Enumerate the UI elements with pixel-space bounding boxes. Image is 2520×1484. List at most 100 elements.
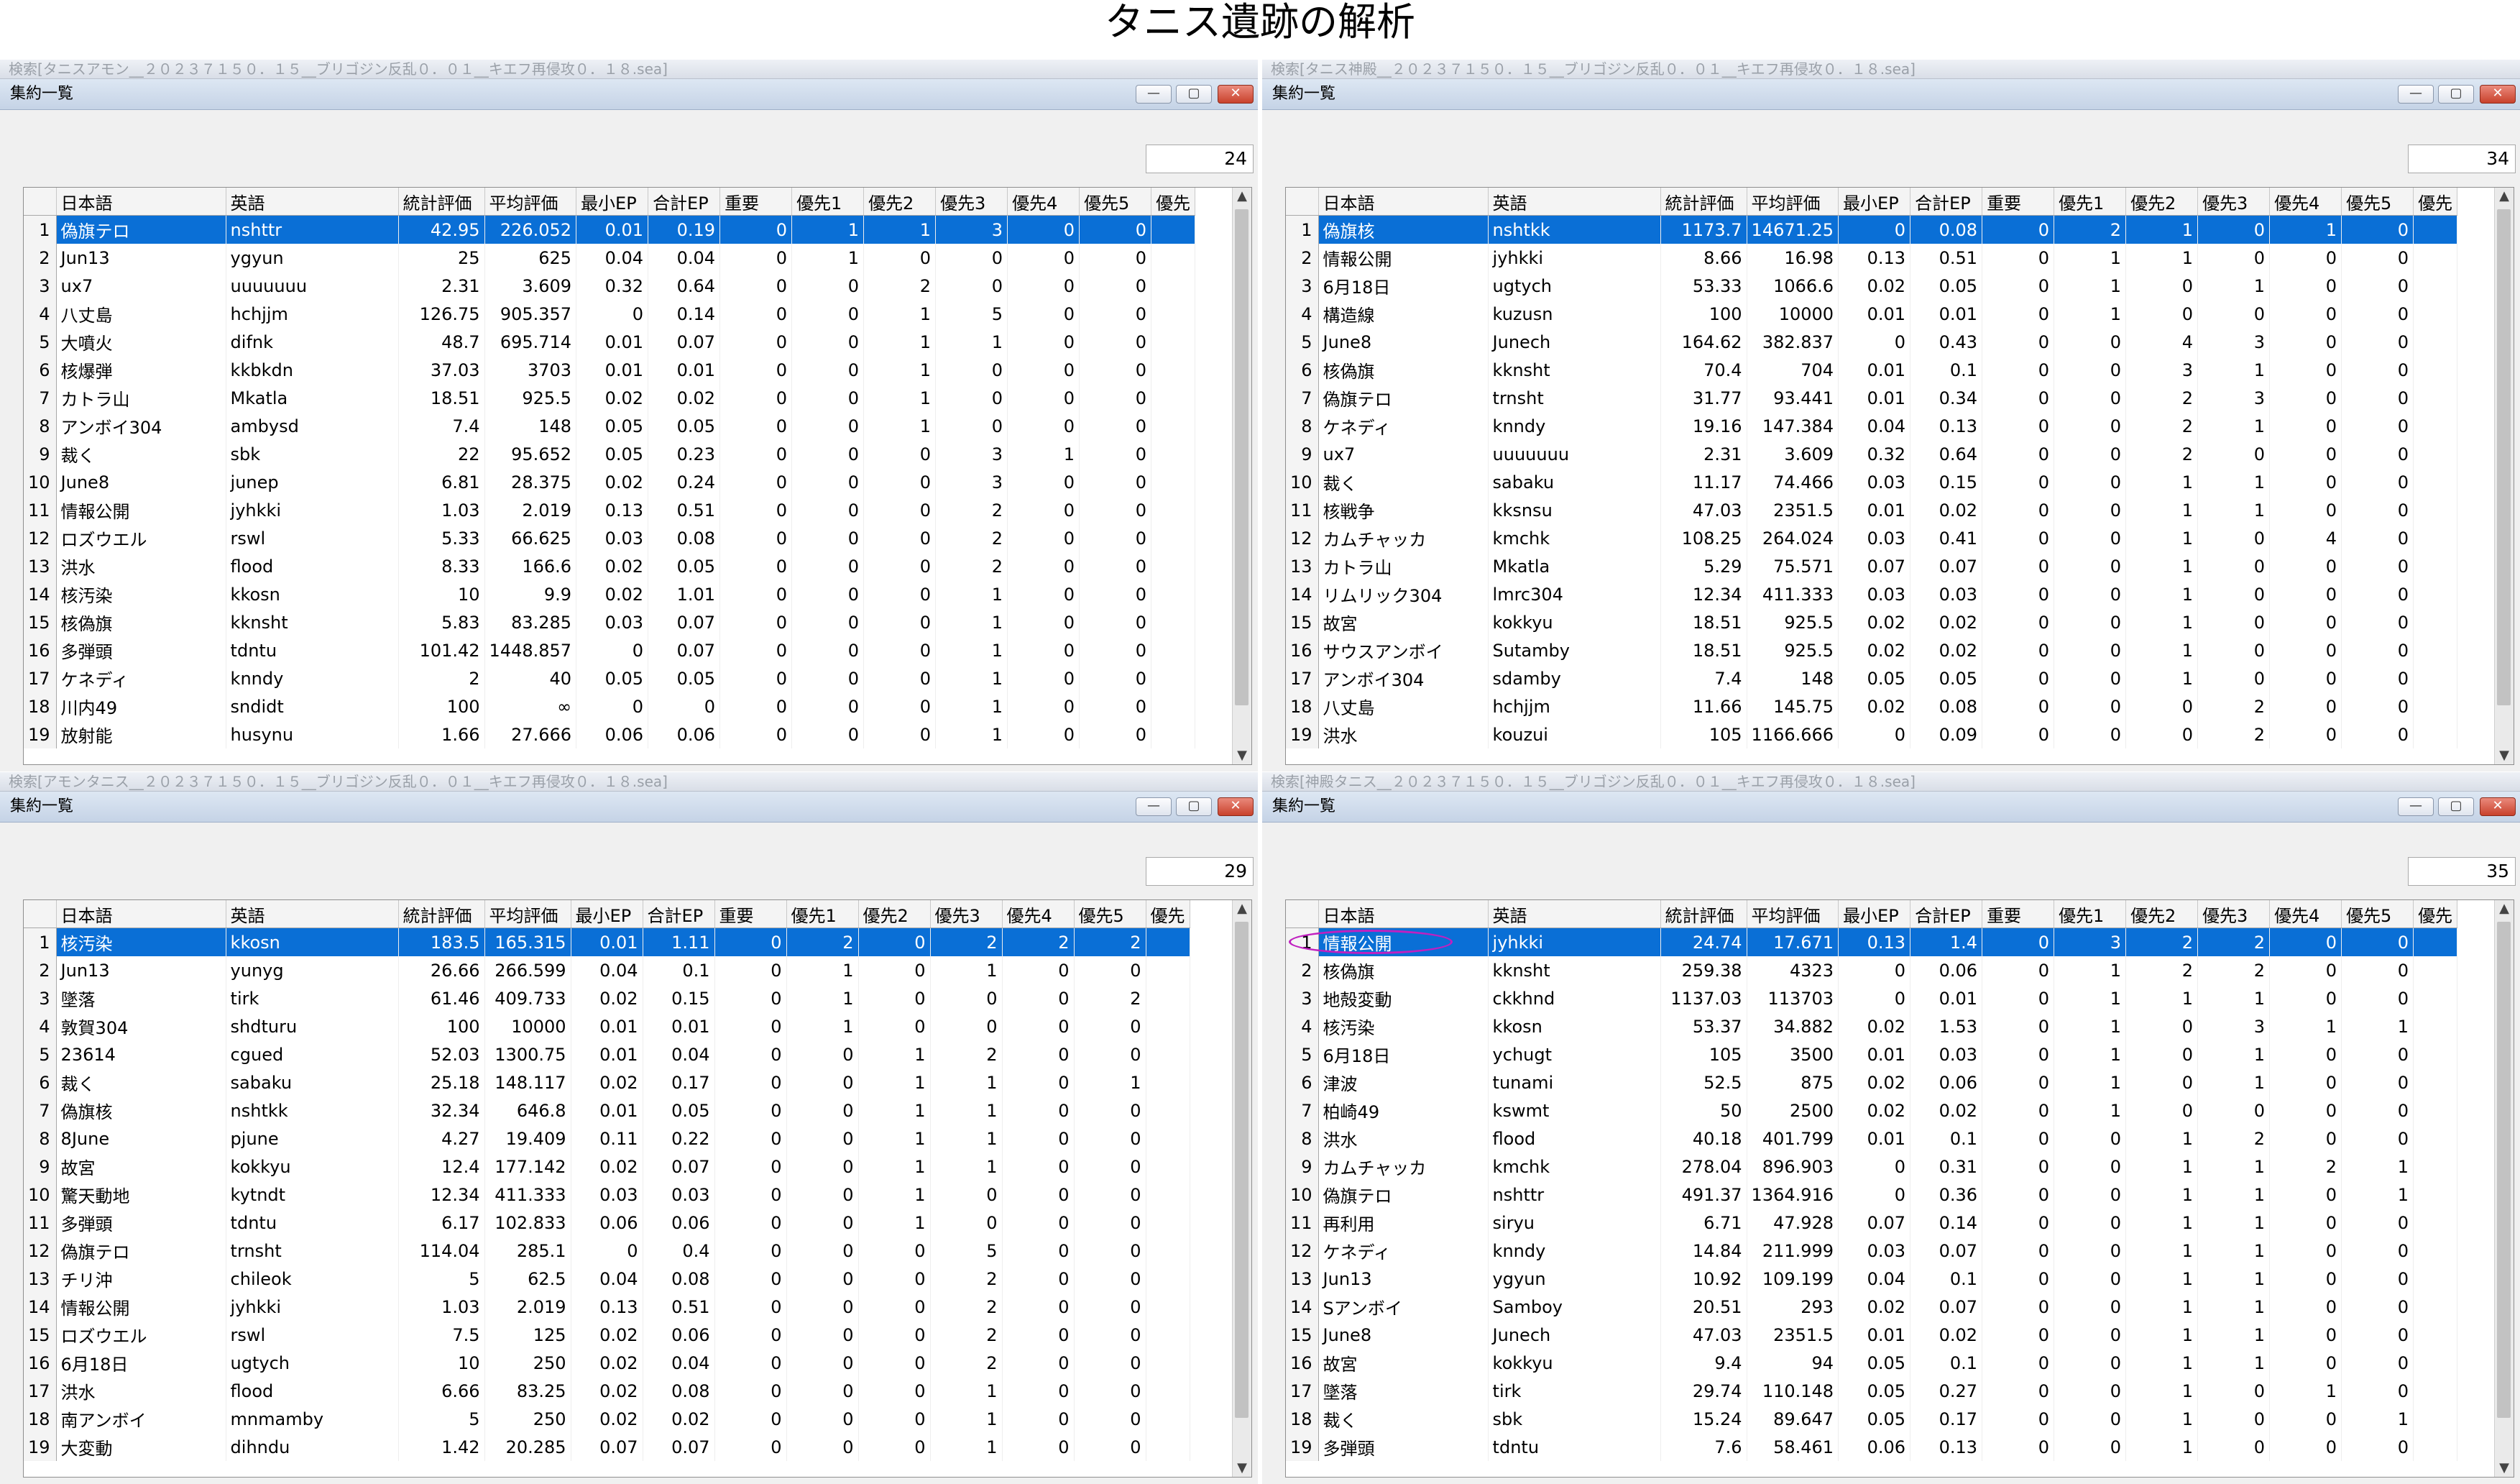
cell-english[interactable]: nshttr — [226, 215, 399, 244]
cell-priority-2[interactable]: 0 — [858, 1377, 931, 1405]
cell-priority-2[interactable]: 2 — [863, 272, 937, 300]
cell-priority-4[interactable]: 0 — [2269, 580, 2342, 608]
cell-priority-5[interactable]: 0 — [2341, 984, 2414, 1012]
cell-priority-2[interactable]: 0 — [858, 1405, 931, 1433]
cell-min-ep[interactable]: 0.01 — [571, 1012, 643, 1040]
table-row[interactable]: 4 構造線 kuzusn 100 10000 0.01 0.01 0 1 0 0 0 0 — [1286, 300, 2458, 328]
table-row[interactable]: 19 多弾頭 tdntu 7.6 58.461 0.06 0.13 0 0 1 0 0 0 — [1286, 1433, 2458, 1461]
table-row[interactable]: 9 カムチャッカ kmchk 278.04 896.903 0 0.31 0 0 1 1 2 1 — [1286, 1153, 2458, 1181]
cell-priority-4[interactable]: 0 — [1007, 496, 1080, 524]
cell-avg-eval[interactable]: 3.609 — [484, 272, 577, 300]
cell-english[interactable]: jyhkki — [226, 1293, 399, 1321]
cell-priority-3[interactable]: 3 — [935, 468, 1008, 496]
cell-priority-1[interactable]: 0 — [2054, 1321, 2127, 1349]
table-row[interactable]: 1 核汚染 kkosn 183.5 165.315 0.01 1.11 0 2 0 2 2 2 — [24, 927, 1190, 956]
table-row[interactable]: 11 核戦争 kksnsu 47.03 2351.5 0.01 0.02 0 0 1 1 0 0 — [1286, 496, 2458, 524]
cell-priority-2[interactable]: 0 — [863, 496, 937, 524]
cell-important[interactable]: 0 — [714, 927, 787, 956]
cell-japanese[interactable]: 多弾頭 — [1318, 1433, 1489, 1461]
minimize-button[interactable]: — — [2398, 797, 2434, 816]
table-row[interactable]: 5 6月18日 ychugt 105 3500 0.01 0.03 0 1 0 1 0 0 — [1286, 1040, 2458, 1068]
cell-japanese[interactable]: Jun13 — [56, 956, 226, 984]
cell-avg-eval[interactable]: 4323 — [1747, 956, 1839, 984]
cell-priority-4[interactable]: 0 — [1007, 608, 1080, 636]
cell-priority-5[interactable]: 0 — [2341, 552, 2414, 580]
cell-priority[interactable] — [2413, 356, 2458, 384]
cell-priority-3[interactable]: 1 — [2197, 1321, 2271, 1349]
cell-japanese[interactable]: カムチャッカ — [1318, 524, 1489, 552]
cell-total-ep[interactable]: 0.13 — [1910, 412, 1983, 440]
cell-avg-eval[interactable]: 102.833 — [484, 1209, 571, 1237]
cell-priority-2[interactable]: 0 — [863, 720, 937, 748]
cell-stat-eval[interactable]: 101.42 — [398, 636, 485, 664]
cell-priority-5[interactable]: 0 — [2341, 720, 2414, 748]
cell-priority-1[interactable]: 0 — [786, 1096, 859, 1125]
cell-english[interactable]: sabaku — [226, 1068, 399, 1096]
cell-priority-2[interactable]: 0 — [2125, 300, 2199, 328]
cell-priority-3[interactable]: 1 — [2197, 272, 2271, 300]
cell-priority[interactable] — [1151, 272, 1196, 300]
cell-min-ep[interactable]: 0.32 — [1838, 440, 1911, 468]
cell-total-ep[interactable]: 0.02 — [1910, 1321, 1983, 1349]
table-row[interactable]: 17 アンボイ304 sdamby 7.4 148 0.05 0.05 0 0 1 0 0 0 — [1286, 664, 2458, 692]
cell-priority-1[interactable]: 0 — [786, 1181, 859, 1209]
cell-priority[interactable] — [2413, 244, 2458, 272]
cell-priority-2[interactable]: 0 — [2125, 1012, 2199, 1040]
cell-stat-eval[interactable]: 5 — [398, 1405, 485, 1433]
cell-priority-4[interactable]: 0 — [2269, 328, 2342, 356]
cell-priority[interactable] — [2413, 1068, 2458, 1096]
cell-english[interactable]: tdntu — [226, 1209, 399, 1237]
cell-priority-4[interactable]: 0 — [1007, 636, 1080, 664]
table-row[interactable]: 18 川内49 sndidt 100 ∞ 0 0 0 0 0 1 0 0 — [24, 692, 1196, 720]
cell-japanese[interactable]: カトラ山 — [1318, 552, 1489, 580]
cell-avg-eval[interactable]: 10000 — [1747, 300, 1839, 328]
cell-priority-5[interactable]: 0 — [2341, 356, 2414, 384]
cell-stat-eval[interactable]: 18.51 — [398, 384, 485, 412]
cell-priority-4[interactable]: 0 — [1002, 1068, 1075, 1096]
column-header-priority-3[interactable]: 優先3 — [935, 188, 1008, 216]
cell-priority-3[interactable]: 0 — [2197, 552, 2271, 580]
cell-stat-eval[interactable]: 8.33 — [398, 552, 485, 580]
column-header-priority-2[interactable]: 優先2 — [2125, 900, 2199, 928]
cell-priority-1[interactable]: 1 — [2054, 272, 2127, 300]
cell-priority-2[interactable]: 0 — [863, 664, 937, 692]
cell-total-ep[interactable]: 0.06 — [648, 720, 721, 748]
cell-important[interactable]: 0 — [1982, 468, 2055, 496]
cell-priority-1[interactable]: 0 — [791, 496, 865, 524]
cell-min-ep[interactable]: 0.03 — [1838, 580, 1911, 608]
cell-priority-3[interactable]: 1 — [935, 692, 1008, 720]
table-row[interactable]: 12 偽旗テロ trnsht 114.04 285.1 0 0.4 0 0 0 5 0 0 — [24, 1237, 1190, 1265]
cell-japanese[interactable]: 構造線 — [1318, 300, 1489, 328]
cell-priority-2[interactable]: 0 — [858, 1265, 931, 1293]
cell-priority-2[interactable]: 1 — [2125, 1349, 2199, 1377]
cell-priority-1[interactable]: 0 — [2054, 1433, 2127, 1461]
cell-priority-5[interactable]: 1 — [1074, 1068, 1146, 1096]
cell-stat-eval[interactable]: 11.66 — [1660, 692, 1747, 720]
cell-stat-eval[interactable]: 14.84 — [1660, 1237, 1747, 1265]
cell-min-ep[interactable]: 0.01 — [1838, 1321, 1911, 1349]
cell-priority-2[interactable]: 1 — [858, 1068, 931, 1096]
cell-stat-eval[interactable]: 12.34 — [1660, 580, 1747, 608]
cell-avg-eval[interactable]: 401.799 — [1747, 1125, 1839, 1153]
cell-japanese[interactable]: 南アンボイ — [56, 1405, 226, 1433]
cell-priority-3[interactable]: 2 — [2197, 692, 2271, 720]
cell-priority-1[interactable]: 3 — [2054, 927, 2127, 956]
cell-avg-eval[interactable]: 10000 — [484, 1012, 571, 1040]
cell-priority[interactable] — [2413, 1040, 2458, 1068]
cell-total-ep[interactable]: 0.02 — [1910, 608, 1983, 636]
cell-priority-4[interactable]: 0 — [2269, 1265, 2342, 1293]
cell-priority-5[interactable]: 0 — [2341, 328, 2414, 356]
cell-priority[interactable] — [1146, 1405, 1190, 1433]
cell-priority-1[interactable]: 0 — [791, 720, 865, 748]
table-row[interactable]: 8 アンボイ304 ambysd 7.4 148 0.05 0.05 0 0 1 0 0 0 — [24, 412, 1196, 440]
cell-priority-4[interactable]: 0 — [1007, 412, 1080, 440]
cell-min-ep[interactable]: 0 — [1838, 984, 1911, 1012]
cell-priority-2[interactable]: 1 — [2125, 1321, 2199, 1349]
cell-english[interactable]: ychugt — [1488, 1040, 1661, 1068]
cell-priority-3[interactable]: 2 — [930, 927, 1003, 956]
cell-priority-5[interactable]: 0 — [1074, 1405, 1146, 1433]
cell-total-ep[interactable]: 0.01 — [1910, 300, 1983, 328]
cell-important[interactable]: 0 — [714, 1125, 787, 1153]
cell-priority-3[interactable]: 1 — [930, 1096, 1003, 1125]
cell-min-ep[interactable]: 0 — [1838, 1181, 1911, 1209]
